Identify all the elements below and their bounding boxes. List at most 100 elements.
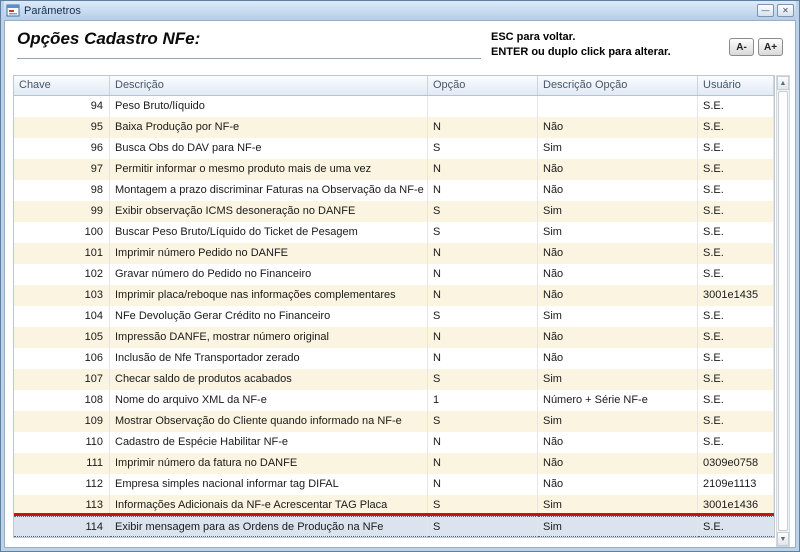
font-decrease-button[interactable]: A- [729, 38, 754, 56]
cell-descricao: Imprimir número da fatura no DANFE [110, 453, 428, 474]
cell-chave: 114 [14, 516, 110, 537]
window-content: Opções Cadastro NFe: ESC para voltar. EN… [4, 20, 796, 548]
cell-chave: 107 [14, 369, 110, 390]
table-row[interactable]: 101Imprimir número Pedido no DANFENNãoS.… [14, 243, 774, 264]
cell-usuario: S.E. [698, 201, 774, 222]
cell-opcao: S [428, 369, 538, 390]
cell-usuario: 3001e1436 [698, 495, 774, 516]
cell-chave: 94 [14, 96, 110, 117]
cell-usuario: S.E. [698, 222, 774, 243]
cell-opcao: N [428, 348, 538, 369]
close-button[interactable]: ✕ [777, 4, 794, 17]
cell-opcao: S [428, 516, 538, 537]
options-grid: Chave Descrição Opção Descrição Opção Us… [13, 75, 775, 538]
cell-chave: 101 [14, 243, 110, 264]
table-row[interactable]: 107Checar saldo de produtos acabadosSSim… [14, 369, 774, 390]
cell-chave: 95 [14, 117, 110, 138]
cell-opcao: N [428, 432, 538, 453]
hint-esc: ESC para voltar. [491, 30, 723, 45]
cell-opcao: S [428, 411, 538, 432]
cell-usuario: S.E. [698, 432, 774, 453]
column-header-descricao[interactable]: Descrição [110, 76, 428, 95]
cell-chave: 104 [14, 306, 110, 327]
cell-chave: 112 [14, 474, 110, 495]
column-header-opcao[interactable]: Opção [428, 76, 538, 95]
table-row[interactable]: 110Cadastro de Espécie Habilitar NF-eNNã… [14, 432, 774, 453]
page-header: Opções Cadastro NFe: ESC para voltar. EN… [5, 21, 795, 71]
cell-descricao: Imprimir placa/reboque nas informações c… [110, 285, 428, 306]
table-row[interactable]: 113Informações Adicionais da NF-e Acresc… [14, 495, 774, 516]
cell-opcao: N [428, 180, 538, 201]
cell-usuario: S.E. [698, 369, 774, 390]
table-row[interactable]: 104NFe Devolução Gerar Crédito no Financ… [14, 306, 774, 327]
cell-usuario: S.E. [698, 411, 774, 432]
cell-opcao: S [428, 495, 538, 516]
minimize-button[interactable]: — [757, 4, 774, 17]
cell-descricao: Informações Adicionais da NF-e Acrescent… [110, 495, 428, 516]
cell-chave: 106 [14, 348, 110, 369]
column-header-chave[interactable]: Chave [14, 76, 110, 95]
cell-chave: 98 [14, 180, 110, 201]
cell-chave: 105 [14, 327, 110, 348]
cell-chave: 97 [14, 159, 110, 180]
cell-descricao_opcao [538, 96, 698, 117]
cell-usuario: S.E. [698, 348, 774, 369]
table-row[interactable]: 102Gravar número do Pedido no Financeiro… [14, 264, 774, 285]
cell-usuario: S.E. [698, 390, 774, 411]
cell-usuario: S.E. [698, 138, 774, 159]
cell-descricao_opcao: Sim [538, 138, 698, 159]
scroll-up-icon[interactable]: ▲ [777, 76, 789, 90]
cell-opcao: N [428, 243, 538, 264]
table-row[interactable]: 111Imprimir número da fatura no DANFENNã… [14, 453, 774, 474]
font-increase-button[interactable]: A+ [758, 38, 783, 56]
table-row[interactable]: 98Montagem a prazo discriminar Faturas n… [14, 180, 774, 201]
cell-descricao: NFe Devolução Gerar Crédito no Financeir… [110, 306, 428, 327]
cell-usuario: S.E. [698, 327, 774, 348]
cell-descricao_opcao: Não [538, 453, 698, 474]
table-row[interactable]: 100Buscar Peso Bruto/Líquido do Ticket d… [14, 222, 774, 243]
table-row[interactable]: 109Mostrar Observação do Cliente quando … [14, 411, 774, 432]
cell-opcao: S [428, 138, 538, 159]
table-row[interactable]: 99Exibir observação ICMS desoneração no … [14, 201, 774, 222]
table-header: Chave Descrição Opção Descrição Opção Us… [14, 76, 774, 96]
table-row[interactable]: 95Baixa Produção por NF-eNNãoS.E. [14, 117, 774, 138]
cell-descricao: Exibir mensagem para as Ordens de Produç… [110, 516, 428, 537]
cell-descricao: Peso Bruto/líquido [110, 96, 428, 117]
cell-descricao_opcao: Não [538, 474, 698, 495]
cell-opcao: 1 [428, 390, 538, 411]
table-row[interactable]: 114Exibir mensagem para as Ordens de Pro… [14, 516, 774, 537]
table-row[interactable]: 106Inclusão de Nfe Transportador zeradoN… [14, 348, 774, 369]
cell-chave: 109 [14, 411, 110, 432]
table-row[interactable]: 108Nome do arquivo XML da NF-e1Número + … [14, 390, 774, 411]
cell-opcao: N [428, 453, 538, 474]
scroll-down-icon[interactable]: ▼ [777, 532, 789, 546]
table-row[interactable]: 112Empresa simples nacional informar tag… [14, 474, 774, 495]
cell-chave: 111 [14, 453, 110, 474]
cell-usuario: 2109e1113 [698, 474, 774, 495]
table-row[interactable]: 94Peso Bruto/líquidoS.E. [14, 96, 774, 117]
scrollbar-thumb[interactable] [778, 91, 788, 531]
cell-opcao: N [428, 474, 538, 495]
column-header-usuario[interactable]: Usuário [698, 76, 774, 95]
cell-chave: 96 [14, 138, 110, 159]
table-row[interactable]: 97Permitir informar o mesmo produto mais… [14, 159, 774, 180]
cell-chave: 108 [14, 390, 110, 411]
table-row[interactable]: 96Busca Obs do DAV para NF-eSSimS.E. [14, 138, 774, 159]
cell-opcao: S [428, 201, 538, 222]
cell-chave: 103 [14, 285, 110, 306]
cell-opcao: N [428, 327, 538, 348]
cell-descricao: Empresa simples nacional informar tag DI… [110, 474, 428, 495]
cell-descricao_opcao: Não [538, 117, 698, 138]
table-row[interactable]: 103Imprimir placa/reboque nas informaçõe… [14, 285, 774, 306]
cell-descricao_opcao: Sim [538, 201, 698, 222]
table-row[interactable]: 105Impressão DANFE, mostrar número origi… [14, 327, 774, 348]
vertical-scrollbar[interactable]: ▲ ▼ [776, 75, 790, 547]
page-title: Opções Cadastro NFe: [17, 29, 481, 59]
cell-descricao_opcao: Não [538, 264, 698, 285]
cell-usuario: S.E. [698, 243, 774, 264]
column-header-descricao-opcao[interactable]: Descrição Opção [538, 76, 698, 95]
cell-descricao: Gravar número do Pedido no Financeiro [110, 264, 428, 285]
cell-usuario: S.E. [698, 117, 774, 138]
cell-descricao_opcao: Sim [538, 369, 698, 390]
cell-opcao: N [428, 285, 538, 306]
